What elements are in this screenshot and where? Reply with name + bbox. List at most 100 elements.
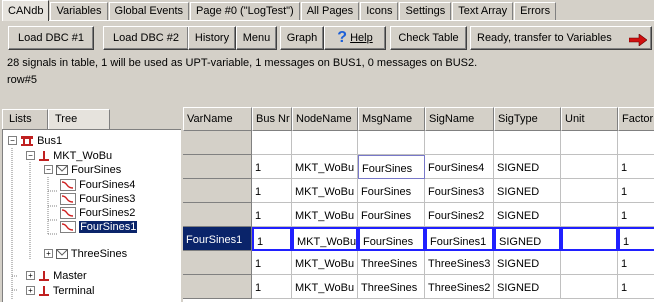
cell-sigtype[interactable]: SIGNED (494, 155, 561, 179)
cell-bus-nr[interactable]: 1 (252, 179, 292, 203)
cell-varname[interactable] (183, 275, 252, 299)
cell-unit[interactable] (561, 179, 618, 203)
tab-text-array[interactable]: Text Array (452, 2, 514, 20)
cell-nodename[interactable]: MKT_WoBu (292, 155, 358, 179)
cell-varname[interactable] (183, 179, 252, 203)
table-row[interactable]: 1 MKT_WoBu ThreeSines ThreeSines2 SIGNED… (183, 275, 654, 299)
tab-page-0[interactable]: Page #0 ("LogTest") (190, 2, 300, 20)
tree-node-foursines3[interactable]: FourSines3 (60, 192, 135, 206)
tab-lists[interactable]: Lists (2, 109, 48, 129)
expand-toggle[interactable]: + (26, 271, 35, 280)
cell-msgname[interactable]: FourSines (358, 155, 425, 179)
cell-sigtype[interactable] (494, 131, 561, 155)
tab-errors[interactable]: Errors (514, 2, 557, 20)
cell-unit[interactable] (561, 203, 618, 227)
cell-factor[interactable]: 1 (618, 275, 654, 299)
cell-nodename[interactable]: MKT_WoBu (292, 179, 358, 203)
tab-icons[interactable]: Icons (360, 2, 399, 20)
cell-varname[interactable] (183, 251, 252, 275)
table-row[interactable]: 1 MKT_WoBu ThreeSines ThreeSines3 SIGNED… (183, 251, 654, 275)
table-row-selected[interactable]: FourSines1 1 MKT_WoBu FourSines FourSine… (183, 227, 654, 251)
cell-signame[interactable]: FourSines1 (425, 227, 494, 251)
tab-candb[interactable]: CANdb (2, 0, 50, 21)
column-header-varname[interactable]: VarName (183, 107, 252, 131)
column-header-msgname[interactable]: MsgName (358, 107, 425, 131)
cell-msgname[interactable]: ThreeSines (358, 251, 425, 275)
menu-button[interactable]: Menu (236, 26, 277, 50)
transfer-button[interactable]: Ready, transfer to Variables (470, 26, 652, 50)
cell-bus-nr[interactable]: 1 (252, 251, 292, 275)
cell-unit[interactable] (561, 227, 618, 251)
help-button[interactable]: ? Help (324, 26, 386, 50)
check-table-button[interactable]: Check Table (390, 26, 467, 50)
tab-all-pages[interactable]: All Pages (300, 2, 360, 20)
cell-factor[interactable]: 1 (618, 251, 654, 275)
graph-button[interactable]: Graph (280, 26, 324, 50)
cell-nodename[interactable]: MKT_WoBu (292, 203, 358, 227)
tab-global-events[interactable]: Global Events (108, 2, 189, 20)
tab-settings[interactable]: Settings (399, 2, 452, 20)
column-header-bus-nr[interactable]: Bus Nr (252, 107, 292, 131)
tree-node-bus1[interactable]: Bus1 (20, 134, 62, 148)
history-button[interactable]: History (188, 26, 236, 50)
column-header-signame[interactable]: SigName (425, 107, 494, 131)
cell-unit[interactable] (561, 131, 618, 155)
cell-msgname[interactable]: FourSines (358, 227, 425, 251)
table-row[interactable]: 1 MKT_WoBu FourSines FourSines4 SIGNED 1 (183, 155, 654, 179)
cell-nodename[interactable]: MKT_WoBu (292, 227, 358, 251)
cell-bus-nr[interactable]: 1 (252, 227, 292, 251)
cell-factor[interactable]: 1 (618, 155, 654, 179)
cell-bus-nr[interactable]: 1 (252, 275, 292, 299)
tree-node-terminal[interactable]: Terminal (38, 284, 94, 298)
signal-table[interactable]: VarName Bus Nr NodeName MsgName SigName … (183, 107, 654, 302)
cell-bus-nr[interactable] (252, 131, 292, 155)
cell-signame[interactable]: FourSines4 (425, 155, 494, 179)
cell-factor[interactable] (618, 131, 654, 155)
cell-factor[interactable]: 1 (618, 227, 654, 251)
cell-unit[interactable] (561, 275, 618, 299)
column-header-nodename[interactable]: NodeName (292, 107, 358, 131)
cell-signame[interactable]: FourSines3 (425, 179, 494, 203)
cell-varname[interactable]: FourSines1 (183, 227, 252, 251)
collapse-toggle[interactable]: − (8, 136, 17, 145)
tree-node-mkt-wobu[interactable]: MKT_WoBu (38, 149, 112, 163)
cell-signame[interactable] (425, 131, 494, 155)
expand-toggle[interactable]: + (26, 286, 35, 295)
cell-sigtype[interactable]: SIGNED (494, 179, 561, 203)
cell-sigtype[interactable]: SIGNED (494, 203, 561, 227)
cell-signame[interactable]: ThreeSines2 (425, 275, 494, 299)
cell-msgname[interactable]: FourSines (358, 179, 425, 203)
cell-msgname[interactable] (358, 131, 425, 155)
cell-nodename[interactable] (292, 131, 358, 155)
tree-node-foursines1[interactable]: FourSines1 (60, 220, 138, 234)
cell-msgname[interactable]: ThreeSines (358, 275, 425, 299)
cell-sigtype[interactable]: SIGNED (494, 227, 561, 251)
cell-signame[interactable]: FourSines2 (425, 203, 494, 227)
tree-node-master[interactable]: Master (38, 269, 87, 283)
cell-nodename[interactable]: MKT_WoBu (292, 251, 358, 275)
tree-node-foursines2[interactable]: FourSines2 (60, 206, 135, 220)
cell-varname[interactable] (183, 131, 252, 155)
tab-tree[interactable]: Tree (48, 109, 110, 129)
cell-factor[interactable]: 1 (618, 203, 654, 227)
column-header-unit[interactable]: Unit (561, 107, 618, 131)
tree-node-threesines[interactable]: ThreeSines (56, 247, 127, 261)
cell-unit[interactable] (561, 251, 618, 275)
cell-sigtype[interactable]: SIGNED (494, 275, 561, 299)
column-header-factor[interactable]: Factor (618, 107, 654, 131)
signal-tree[interactable]: − Bus1 − MKT_WoBu − FourSines FourSines4… (2, 129, 181, 302)
table-row[interactable]: 1 MKT_WoBu FourSines FourSines3 SIGNED 1 (183, 179, 654, 203)
table-row[interactable]: 1 MKT_WoBu FourSines FourSines2 SIGNED 1 (183, 203, 654, 227)
cell-sigtype[interactable]: SIGNED (494, 251, 561, 275)
cell-varname[interactable] (183, 155, 252, 179)
collapse-toggle[interactable]: − (44, 165, 53, 174)
collapse-toggle[interactable]: − (26, 151, 35, 160)
cell-nodename[interactable]: MKT_WoBu (292, 275, 358, 299)
tree-node-foursines4[interactable]: FourSines4 (60, 178, 135, 192)
cell-signame[interactable]: ThreeSines3 (425, 251, 494, 275)
table-row[interactable] (183, 131, 654, 155)
tab-variables[interactable]: Variables (50, 2, 108, 20)
cell-factor[interactable]: 1 (618, 179, 654, 203)
cell-unit[interactable] (561, 155, 618, 179)
column-header-sigtype[interactable]: SigType (494, 107, 561, 131)
